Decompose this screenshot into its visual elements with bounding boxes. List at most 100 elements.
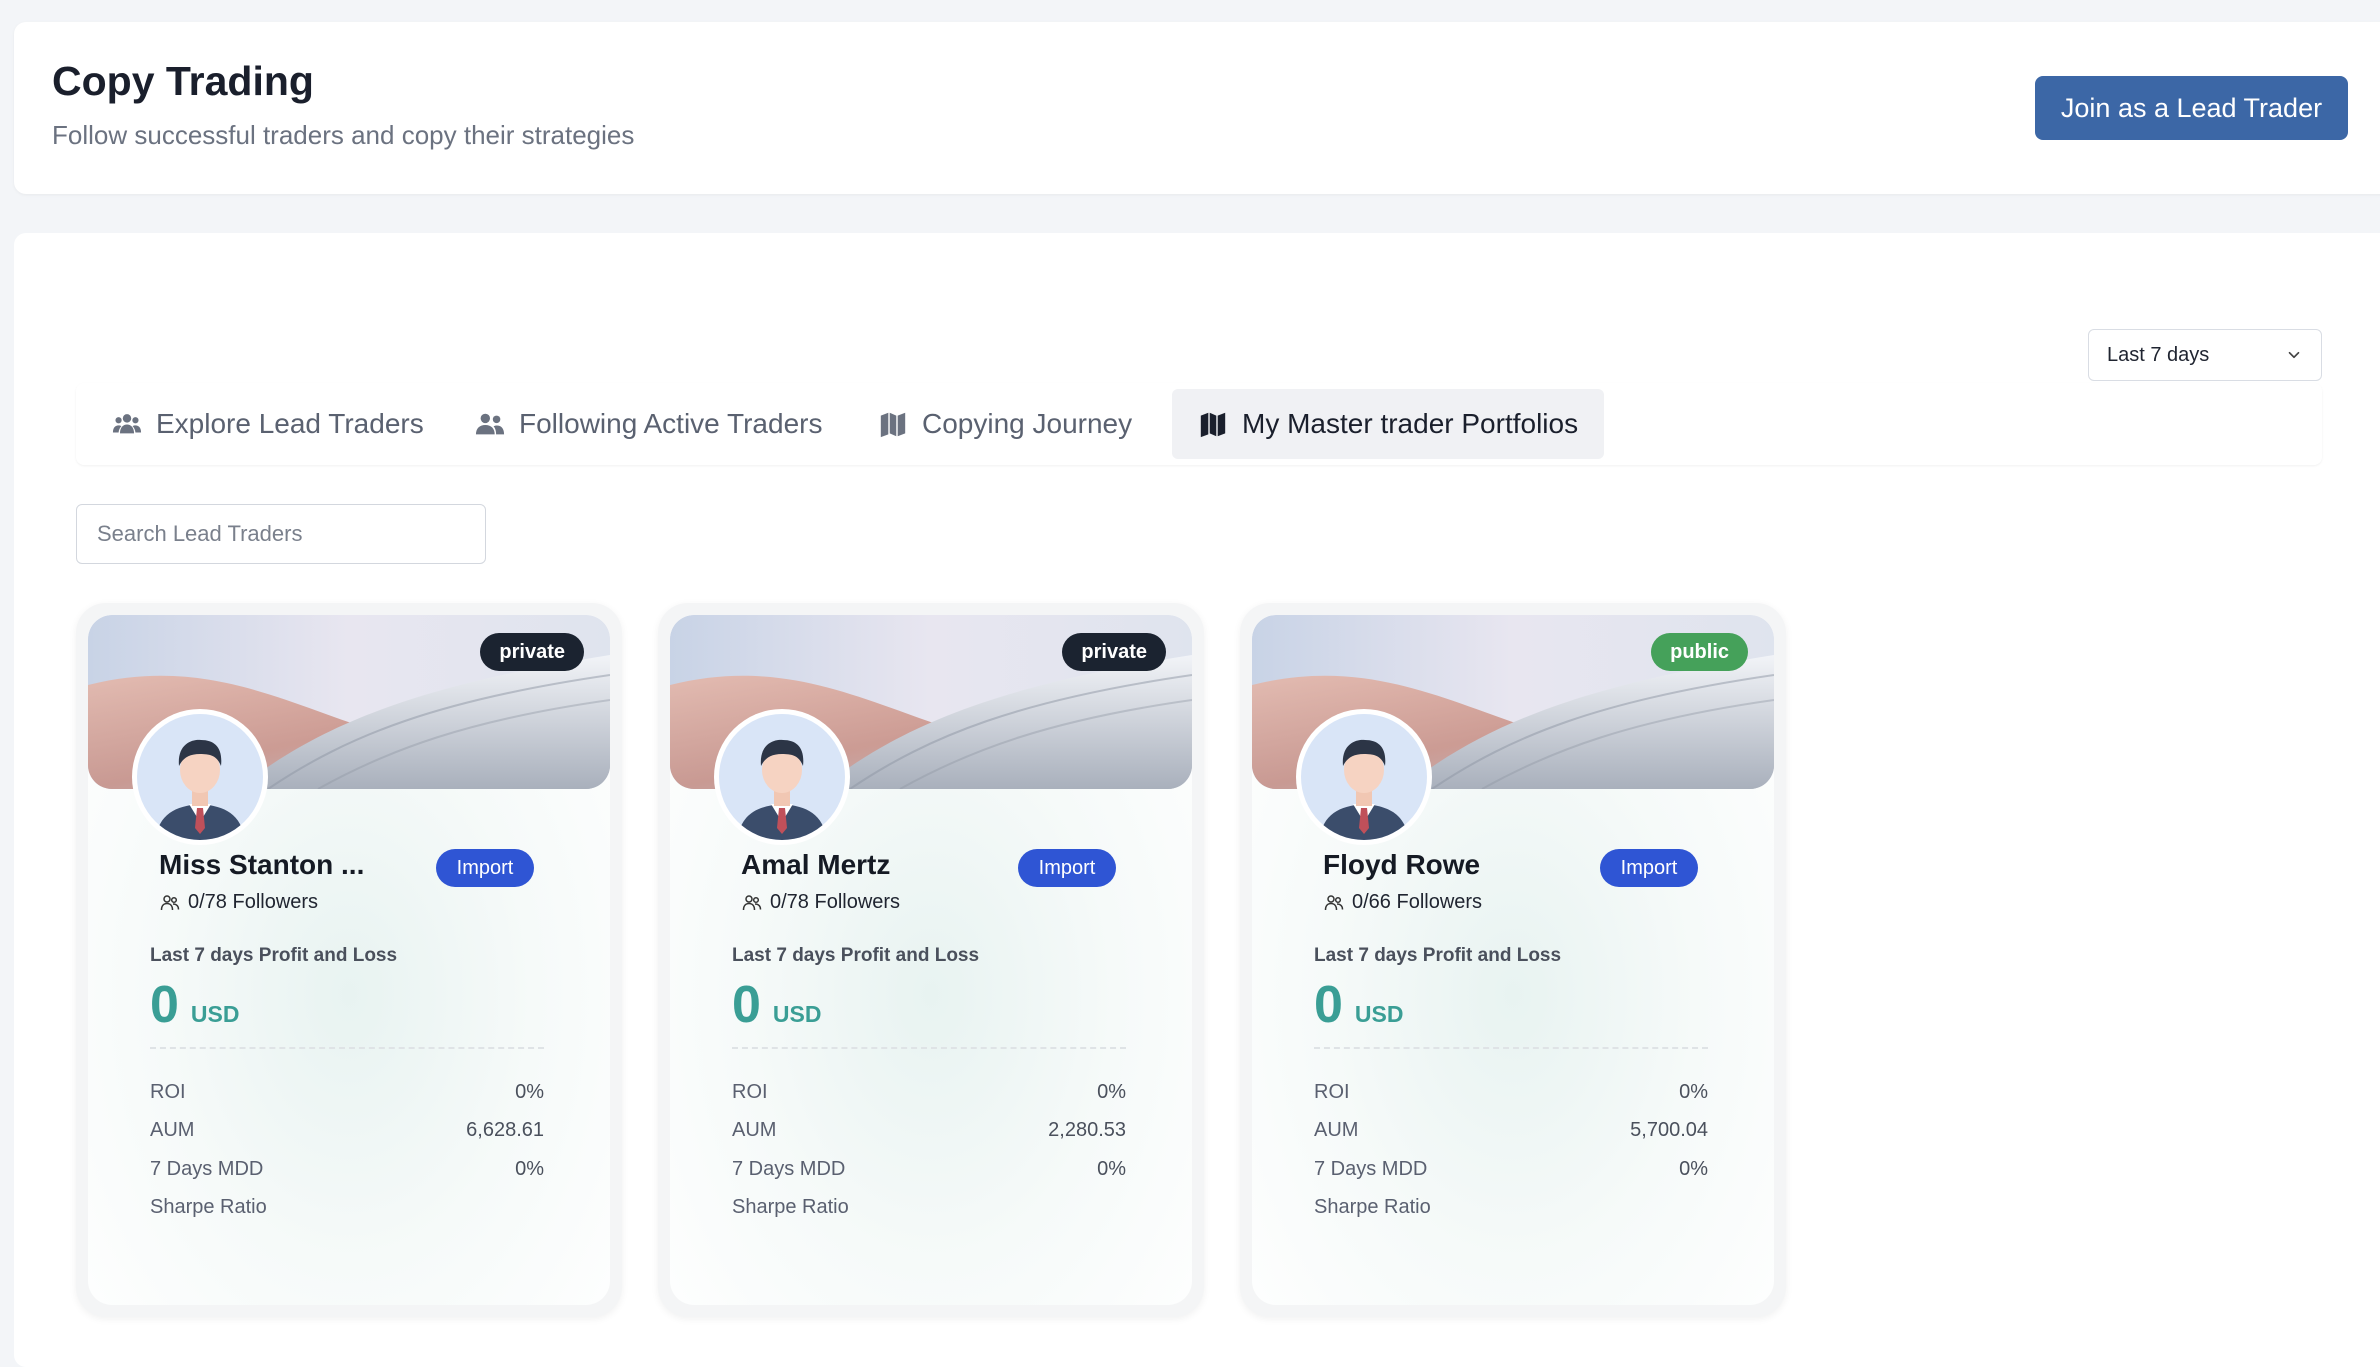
businessman-avatar-icon: [1301, 714, 1427, 840]
pnl-number: 0: [1314, 976, 1343, 1034]
stat-aum: AUM 5,700.04: [1314, 1119, 1708, 1142]
import-button[interactable]: Import: [1018, 849, 1116, 887]
tab-my-master-trader-portfolios[interactable]: My Master trader Portfolios: [1172, 389, 1605, 459]
date-range-select[interactable]: Last 7 days: [2088, 329, 2322, 381]
stat-value: 5,700.04: [1630, 1119, 1708, 1141]
page-title: Copy Trading: [52, 58, 314, 104]
followers-count: 0/78 Followers: [742, 891, 900, 914]
followers-count: 0/78 Followers: [160, 891, 318, 914]
trader-card-body: public Floyd Rowe Import 0/66 Followers …: [1252, 615, 1774, 1305]
trader-card[interactable]: private Amal Mertz Import 0/78 Followers…: [658, 603, 1204, 1317]
stat-value: 6,628.61: [466, 1119, 544, 1141]
pnl-value: 0 USD: [732, 975, 821, 1035]
stat-value: 0%: [515, 1081, 544, 1103]
stat-value: 0%: [1679, 1158, 1708, 1180]
avatar: [1296, 709, 1432, 845]
businessman-avatar-icon: [137, 714, 263, 840]
stat-label: AUM: [1314, 1119, 1359, 1141]
businessman-avatar-icon: [719, 714, 845, 840]
date-range-value: Last 7 days: [2107, 343, 2210, 366]
user-friends-icon: [1324, 894, 1344, 910]
stat-roi: ROI 0%: [1314, 1081, 1708, 1104]
stat-label: Sharpe Ratio: [150, 1196, 267, 1218]
trader-card[interactable]: private Miss Stanton ... Import 0/78 Fol…: [76, 603, 622, 1317]
tab-explore-lead-traders[interactable]: Explore Lead Traders: [86, 389, 450, 459]
chevron-down-icon: [2288, 351, 2300, 359]
tab-following-active-traders[interactable]: Following Active Traders: [449, 389, 848, 459]
avatar: [714, 709, 850, 845]
stat-label: ROI: [1314, 1081, 1350, 1103]
followers-count: 0/66 Followers: [1324, 891, 1482, 914]
stat-value: 0%: [1097, 1081, 1126, 1103]
page-subtitle: Follow successful traders and copy their…: [52, 120, 635, 150]
stat-label: Sharpe Ratio: [732, 1196, 849, 1218]
user-friends-icon: [160, 894, 180, 910]
stat-sharpe: Sharpe Ratio: [1314, 1196, 1708, 1219]
trader-name: Amal Mertz: [741, 849, 891, 880]
trader-card-body: private Miss Stanton ... Import 0/78 Fol…: [88, 615, 610, 1305]
stat-roi: ROI 0%: [732, 1081, 1126, 1104]
pnl-label: Last 7 days Profit and Loss: [150, 945, 398, 966]
pnl-number: 0: [150, 976, 179, 1034]
stat-label: ROI: [732, 1081, 768, 1103]
trader-card[interactable]: public Floyd Rowe Import 0/66 Followers …: [1240, 603, 1786, 1317]
pnl-value: 0 USD: [1314, 975, 1403, 1035]
divider: [1314, 1047, 1708, 1049]
avatar: [132, 709, 268, 845]
stat-label: ROI: [150, 1081, 186, 1103]
divider: [150, 1047, 544, 1049]
map-icon: [880, 412, 906, 438]
followers-label: 0/66 Followers: [1352, 891, 1483, 913]
trader-card-body: private Amal Mertz Import 0/78 Followers…: [670, 615, 1192, 1305]
user-friends-icon: [742, 894, 762, 910]
pnl-unit: USD: [190, 1001, 240, 1027]
map-icon: [1200, 412, 1226, 438]
stat-label: 7 Days MDD: [732, 1158, 846, 1180]
stat-value: 2,280.53: [1048, 1119, 1126, 1141]
followers-label: 0/78 Followers: [770, 891, 901, 913]
stat-aum: AUM 6,628.61: [150, 1119, 544, 1142]
divider: [732, 1047, 1126, 1049]
stat-sharpe: Sharpe Ratio: [732, 1196, 1126, 1219]
tab-bar: Explore Lead Traders Following Active Tr…: [76, 383, 2322, 465]
stat-label: 7 Days MDD: [1314, 1158, 1428, 1180]
stat-sharpe: Sharpe Ratio: [150, 1196, 544, 1219]
stat-aum: AUM 2,280.53: [732, 1119, 1126, 1142]
users-group-icon: [112, 414, 142, 434]
stat-mdd: 7 Days MDD 0%: [150, 1158, 544, 1181]
main-panel: Last 7 days Explore Lead Traders Followi…: [14, 233, 2380, 1367]
stat-value: 0%: [1097, 1158, 1126, 1180]
page-header: Copy Trading Follow successful traders a…: [14, 22, 2380, 194]
tab-label: My Master trader Portfolios: [1242, 408, 1579, 439]
stat-mdd: 7 Days MDD 0%: [1314, 1158, 1708, 1181]
followers-label: 0/78 Followers: [188, 891, 319, 913]
tab-label: Copying Journey: [922, 408, 1133, 439]
search-input[interactable]: [76, 504, 486, 564]
import-button[interactable]: Import: [1600, 849, 1698, 887]
tab-label: Explore Lead Traders: [156, 408, 424, 439]
join-lead-trader-button[interactable]: Join as a Lead Trader: [2035, 76, 2348, 140]
pnl-number: 0: [732, 976, 761, 1034]
stat-value: 0%: [515, 1158, 544, 1180]
pnl-unit: USD: [1354, 1001, 1404, 1027]
tab-copying-journey[interactable]: Copying Journey: [852, 389, 1158, 459]
pnl-unit: USD: [772, 1001, 822, 1027]
stat-label: AUM: [150, 1119, 195, 1141]
visibility-badge: public: [1651, 633, 1748, 671]
pnl-label: Last 7 days Profit and Loss: [1314, 945, 1562, 966]
trader-name: Miss Stanton ...: [159, 849, 365, 880]
stat-roi: ROI 0%: [150, 1081, 544, 1104]
visibility-badge: private: [1062, 633, 1166, 671]
tab-label: Following Active Traders: [519, 408, 823, 439]
stat-label: 7 Days MDD: [150, 1158, 264, 1180]
visibility-badge: private: [480, 633, 584, 671]
user-friends-icon: [475, 413, 505, 435]
import-button[interactable]: Import: [436, 849, 534, 887]
stat-label: Sharpe Ratio: [1314, 1196, 1431, 1218]
trader-name: Floyd Rowe: [1323, 849, 1481, 880]
stat-value: 0%: [1679, 1081, 1708, 1103]
stat-label: AUM: [732, 1119, 777, 1141]
pnl-label: Last 7 days Profit and Loss: [732, 945, 980, 966]
stat-mdd: 7 Days MDD 0%: [732, 1158, 1126, 1181]
pnl-value: 0 USD: [150, 975, 239, 1035]
